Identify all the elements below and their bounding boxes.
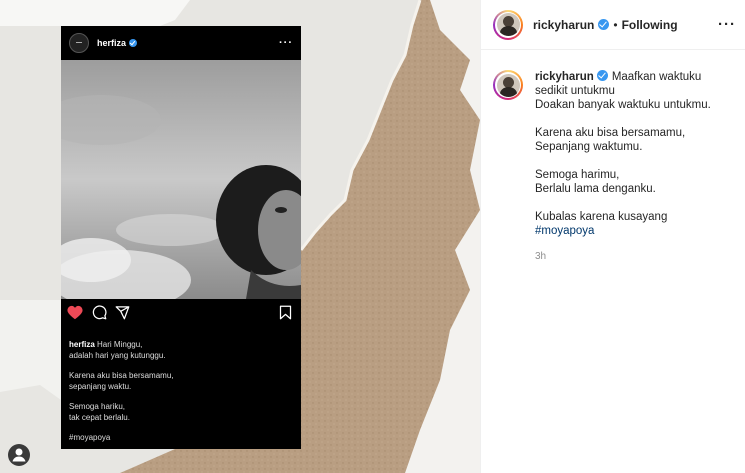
embedded-caption: herfiza Hari Minggu, adalah hari yang ku… xyxy=(69,339,289,452)
bookmark-icon xyxy=(279,305,292,325)
heart-filled-icon xyxy=(67,305,83,325)
post-timestamp[interactable]: 3h xyxy=(535,250,711,264)
caption-paragraph: Karena aku bisa bersamamu, sepanjang wak… xyxy=(69,371,174,391)
caption-line: Doakan banyak waktuku untukmu. xyxy=(535,99,711,111)
more-horizontal-icon: ··· xyxy=(279,37,293,49)
following-button[interactable]: Following xyxy=(622,18,678,32)
verified-badge-icon xyxy=(598,19,610,30)
share-icon xyxy=(115,305,130,325)
embedded-post-card: herfiza ··· herfiza Hari Minggu, adalah … xyxy=(61,26,301,449)
embedded-username: herfiza xyxy=(97,38,138,48)
caption-line: Karena aku bisa bersamamu, xyxy=(535,127,686,139)
caption-username[interactable]: rickyharun xyxy=(535,71,594,83)
separator-dot: • xyxy=(613,17,618,32)
embedded-post-actions xyxy=(61,302,301,324)
caption-first-line: Maafkan waktuku xyxy=(611,71,702,83)
post-header: rickyharun • Following ··· xyxy=(481,0,745,50)
author-username[interactable]: rickyharun xyxy=(533,18,594,32)
user-accessibility-icon[interactable] xyxy=(8,444,30,466)
caption-line: Kubalas karena kusayang xyxy=(535,211,668,223)
caption-author-avatar[interactable] xyxy=(493,70,523,100)
comment-icon xyxy=(92,305,107,325)
embedded-post-header: herfiza ··· xyxy=(61,26,301,60)
caption-line: Semoga harimu, xyxy=(535,169,620,181)
author-avatar[interactable] xyxy=(493,9,523,40)
more-horizontal-icon[interactable]: ··· xyxy=(718,16,736,33)
post-media[interactable]: herfiza ··· herfiza Hari Minggu, adalah … xyxy=(0,0,480,473)
embedded-post-photo xyxy=(61,60,301,299)
embedded-avatar xyxy=(69,33,89,53)
caption-body: rickyharun Maafkan waktuku sedikit untukm… xyxy=(535,70,711,264)
post-details-panel: rickyharun • Following ··· rickyharun Maa… xyxy=(480,0,745,473)
caption-hashtag: #moyapoya xyxy=(69,433,111,442)
caption-line: sedikit untukmu xyxy=(535,85,615,97)
verified-badge-icon xyxy=(596,70,608,81)
caption-line: Sepanjang waktumu. xyxy=(535,141,643,153)
caption-hashtag-link[interactable]: #moyapoya xyxy=(535,224,711,238)
verified-badge-icon xyxy=(129,39,138,47)
caption-paragraph: Semoga hariku, tak cepat berlalu. xyxy=(69,402,130,422)
author-caption: rickyharun Maafkan waktuku sedikit untukm… xyxy=(493,70,733,264)
caption-paragraph: herfiza Hari Minggu, adalah hari yang ku… xyxy=(69,340,166,360)
caption-line: Berlalu lama denganku. xyxy=(535,183,656,195)
